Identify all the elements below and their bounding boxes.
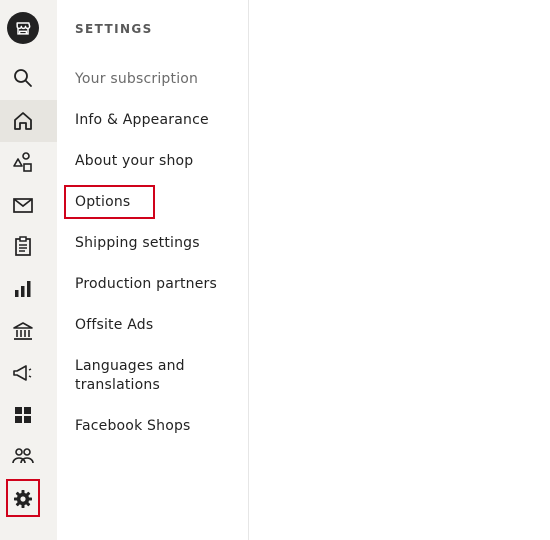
menu-item-shipping-settings[interactable]: Shipping settings — [75, 234, 240, 253]
main-content-area — [249, 0, 550, 540]
mail-icon — [13, 198, 33, 213]
menu-item-your-subscription[interactable]: Your subscription — [75, 70, 240, 89]
icon-rail — [0, 0, 57, 540]
menu-item-facebook-shops[interactable]: Facebook Shops — [75, 417, 240, 436]
rail-finances-button[interactable] — [0, 310, 57, 352]
shop-logo-button[interactable] — [7, 12, 39, 44]
megaphone-icon — [13, 365, 32, 381]
rail-community-button[interactable] — [0, 435, 57, 477]
search-icon — [14, 69, 32, 87]
rail-stats-button[interactable] — [0, 268, 57, 310]
bank-icon — [13, 322, 33, 340]
rail-listings-button[interactable] — [0, 141, 57, 183]
menu-item-offsite-ads[interactable]: Offsite Ads — [75, 316, 240, 335]
options-highlight-box — [64, 185, 155, 219]
rail-home-button[interactable] — [0, 100, 57, 142]
menu-item-production-partners[interactable]: Production partners — [75, 275, 240, 294]
settings-highlight-box — [6, 479, 40, 517]
grid-icon — [15, 407, 31, 423]
storefront-icon — [16, 22, 31, 35]
menu-item-about-your-shop[interactable]: About your shop — [75, 152, 240, 171]
menu-item-languages-translations[interactable]: Languages and translations — [75, 357, 195, 395]
bar-chart-icon — [15, 281, 31, 297]
rail-marketing-button[interactable] — [0, 352, 57, 394]
rail-messages-button[interactable] — [0, 184, 57, 226]
clipboard-icon — [15, 236, 31, 256]
rail-orders-button[interactable] — [0, 225, 57, 267]
shapes-icon — [13, 152, 32, 172]
home-icon — [14, 112, 32, 130]
settings-heading: SETTINGS — [75, 22, 153, 36]
people-icon — [12, 448, 34, 464]
rail-search-button[interactable] — [0, 57, 57, 99]
settings-menu: SETTINGS Your subscription Info & Appear… — [57, 0, 249, 540]
rail-integrations-button[interactable] — [0, 394, 57, 436]
menu-item-info-appearance[interactable]: Info & Appearance — [75, 111, 240, 130]
